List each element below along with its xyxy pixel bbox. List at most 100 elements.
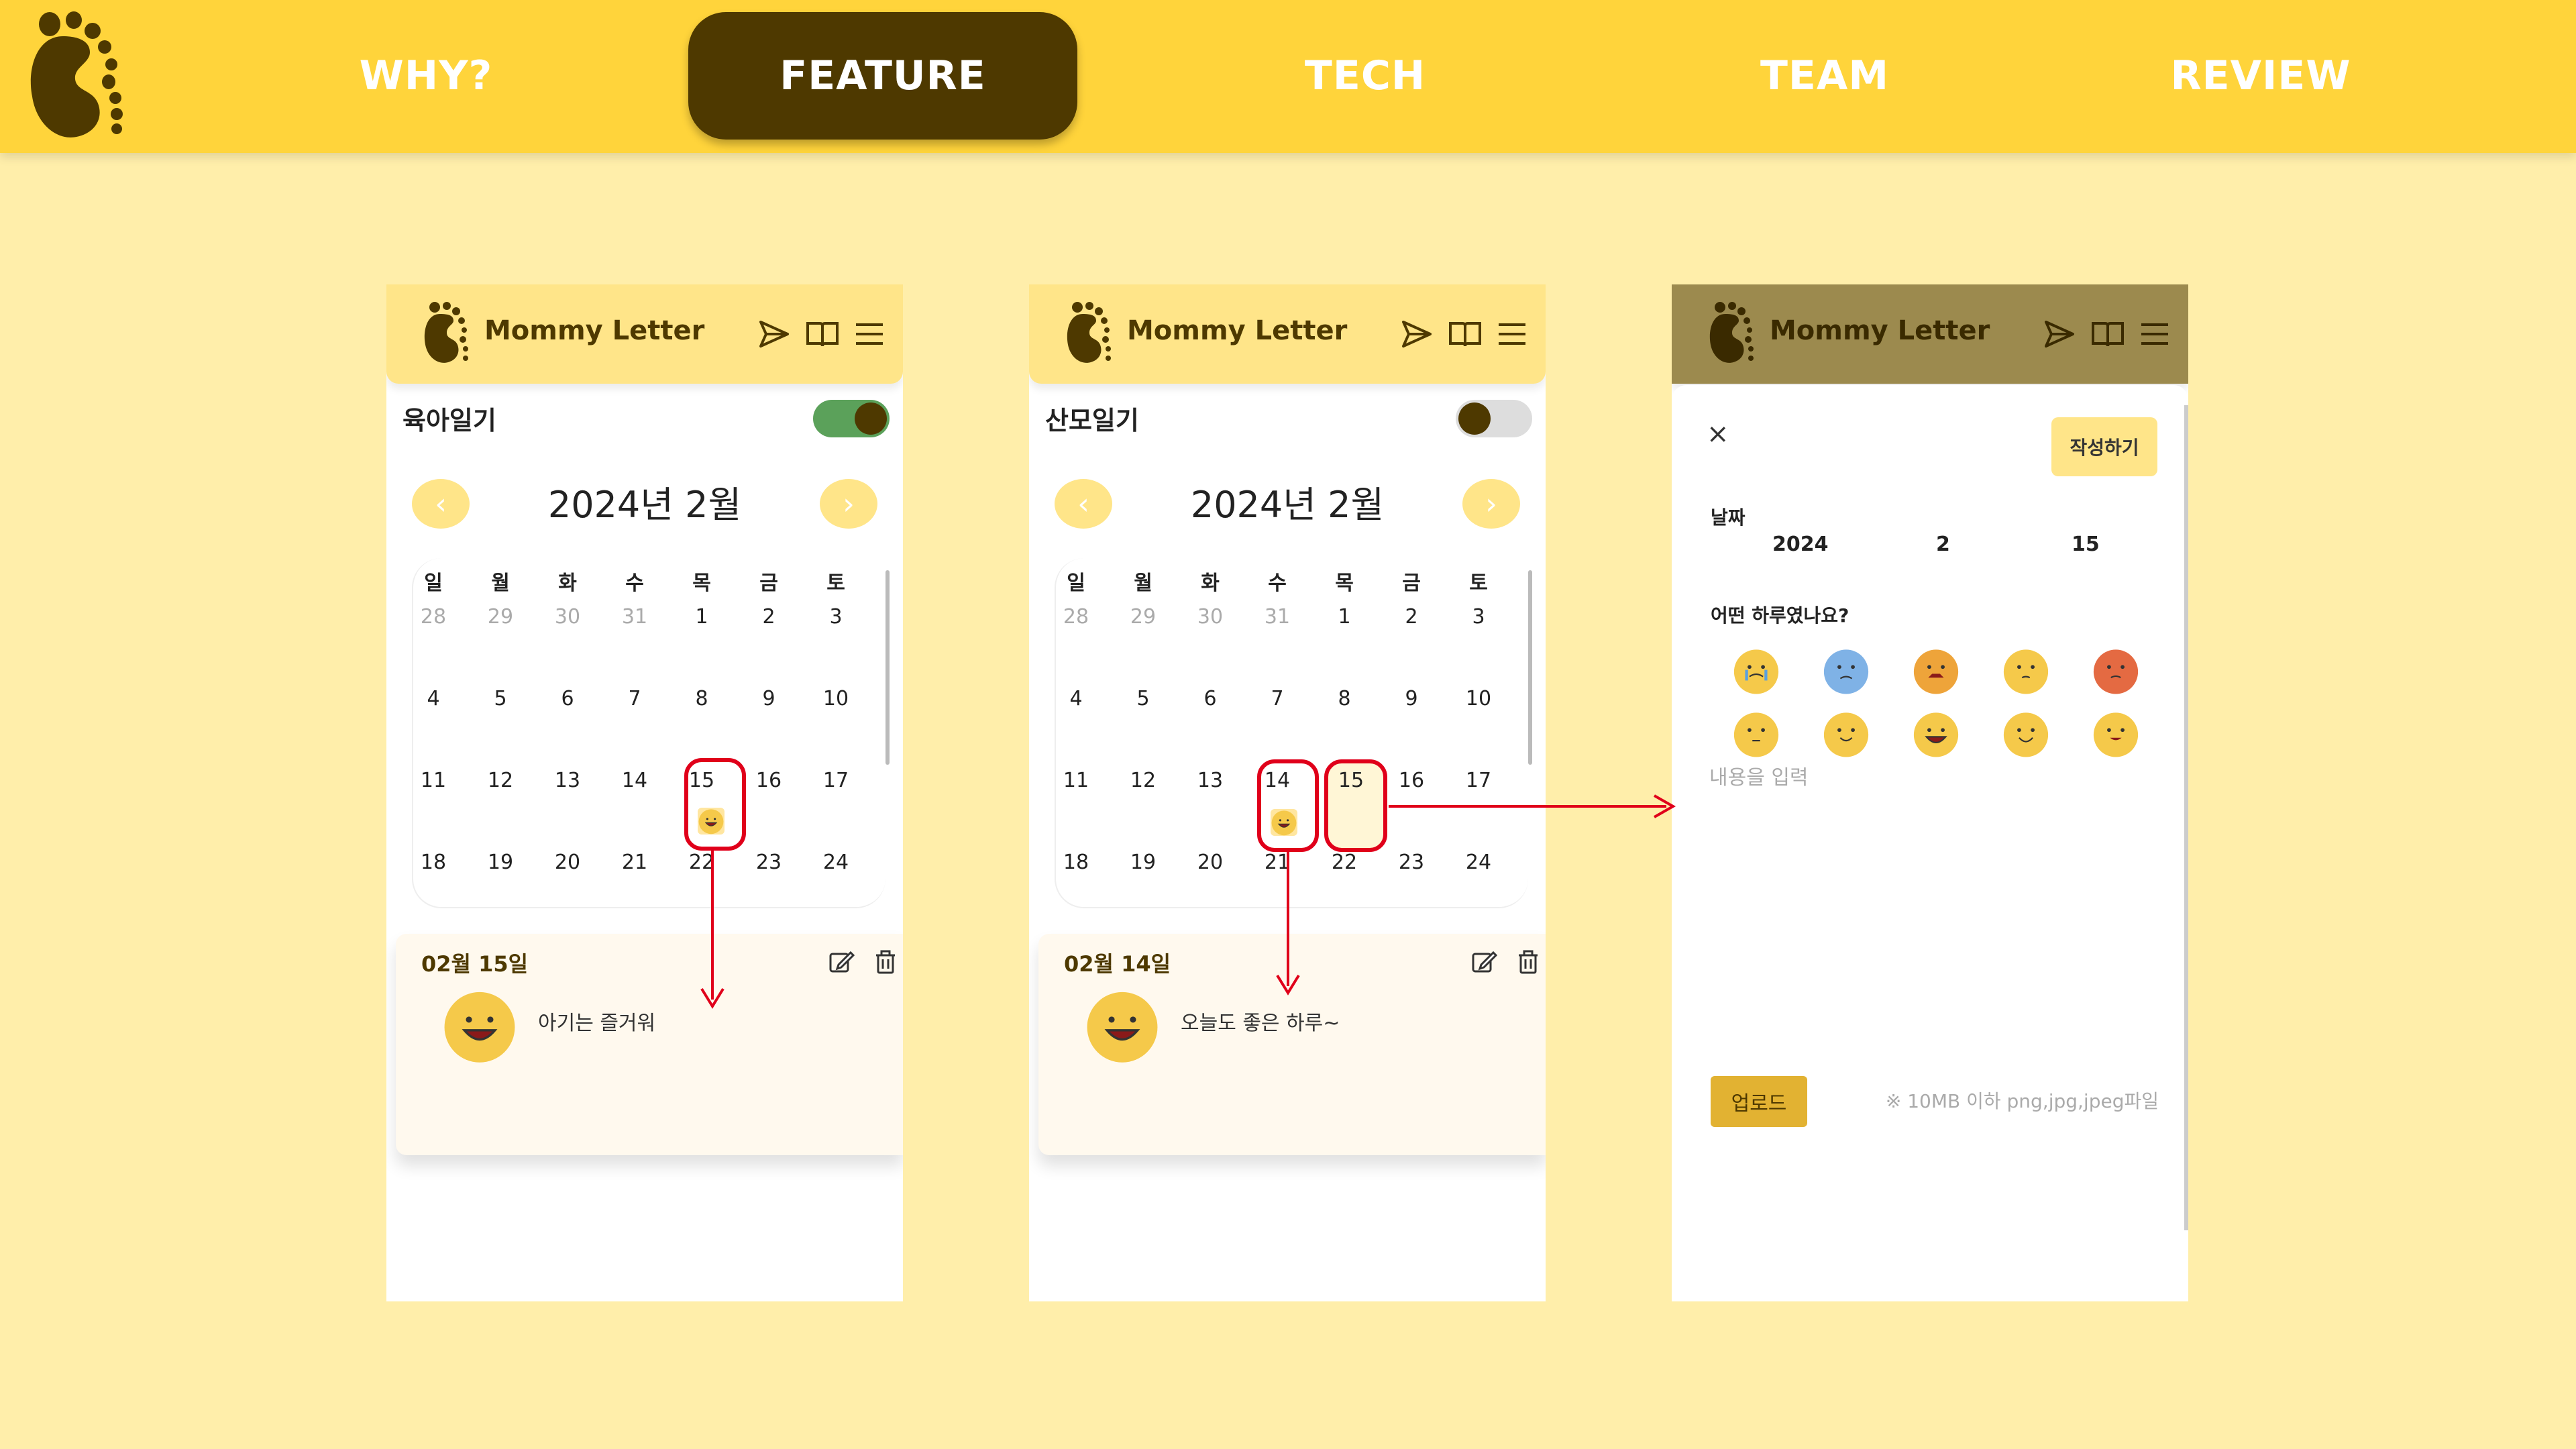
- book-icon[interactable]: [805, 317, 840, 352]
- modal-scrollbar[interactable]: [2184, 405, 2188, 1230]
- baby-foot-logo-icon[interactable]: [23, 9, 123, 141]
- calendar-day[interactable]: 23: [1388, 851, 1435, 874]
- calendar-day[interactable]: 22: [1321, 851, 1368, 874]
- nav-tech[interactable]: TECH: [1254, 12, 1476, 140]
- calendar-day[interactable]: 21: [1254, 851, 1301, 874]
- mood-option[interactable]: [2092, 710, 2140, 758]
- calendar-day[interactable]: 1: [1321, 605, 1368, 629]
- calendar-day[interactable]: 20: [1187, 851, 1234, 874]
- date-day-field[interactable]: 15: [2072, 533, 2100, 556]
- date-month-field[interactable]: 2: [1936, 533, 1950, 556]
- calendar-day[interactable]: 29: [477, 605, 524, 629]
- calendar-day[interactable]: 17: [812, 769, 859, 792]
- calendar-day[interactable]: 5: [1120, 687, 1167, 710]
- calendar-day[interactable]: 6: [544, 687, 591, 710]
- calendar-day[interactable]: 3: [812, 605, 859, 629]
- calendar-day[interactable]: 19: [477, 851, 524, 874]
- mood-option[interactable]: [1822, 710, 1870, 758]
- calendar-day[interactable]: 14: [611, 769, 658, 792]
- calendar-day[interactable]: 11: [1053, 769, 1099, 792]
- calendar-day[interactable]: 18: [1053, 851, 1099, 874]
- calendar-day[interactable]: 12: [1120, 769, 1167, 792]
- calendar-day[interactable]: 24: [1455, 851, 1502, 874]
- next-month-button[interactable]: ›: [820, 479, 877, 529]
- mood-option[interactable]: [1912, 710, 1960, 758]
- nav-why[interactable]: WHY?: [315, 12, 537, 140]
- send-icon[interactable]: [757, 317, 792, 352]
- content-textarea[interactable]: 내용을 입력: [1709, 761, 2152, 996]
- calendar-day[interactable]: 4: [410, 687, 457, 710]
- calendar-day[interactable]: 1: [678, 605, 725, 629]
- calendar-day[interactable]: 7: [611, 687, 658, 710]
- calendar-day[interactable]: 13: [544, 769, 591, 792]
- calendar-day[interactable]: 28: [1053, 605, 1099, 629]
- calendar-day[interactable]: 28: [410, 605, 457, 629]
- calendar-day[interactable]: 29: [1120, 605, 1167, 629]
- calendar-day[interactable]: 21: [611, 851, 658, 874]
- calendar-day[interactable]: 30: [544, 605, 591, 629]
- diary-entry-marker[interactable]: [1271, 809, 1297, 836]
- menu-icon[interactable]: [2137, 317, 2172, 352]
- diary-type-toggle[interactable]: [813, 400, 890, 437]
- calendar-day[interactable]: 31: [611, 605, 658, 629]
- nav-feature[interactable]: FEATURE: [688, 12, 1077, 140]
- calendar-day[interactable]: 16: [745, 769, 792, 792]
- mood-option[interactable]: [1822, 647, 1870, 695]
- next-month-button[interactable]: ›: [1462, 479, 1520, 529]
- close-button[interactable]: ×: [1707, 419, 1729, 449]
- diary-type-toggle[interactable]: [1456, 400, 1532, 437]
- calendar-day[interactable]: 5: [477, 687, 524, 710]
- calendar-day[interactable]: 10: [1455, 687, 1502, 710]
- diary-entry-marker[interactable]: [698, 808, 724, 835]
- calendar-day[interactable]: 24: [812, 851, 859, 874]
- edit-icon[interactable]: [1470, 949, 1497, 975]
- calendar-day[interactable]: 15: [1328, 769, 1375, 792]
- calendar-day[interactable]: 8: [1321, 687, 1368, 710]
- calendar-day[interactable]: 19: [1120, 851, 1167, 874]
- calendar-day[interactable]: 30: [1187, 605, 1234, 629]
- calendar-day[interactable]: 3: [1455, 605, 1502, 629]
- calendar-day[interactable]: 13: [1187, 769, 1234, 792]
- send-icon[interactable]: [2042, 317, 2077, 352]
- trash-icon[interactable]: [872, 949, 899, 975]
- calendar-day[interactable]: 16: [1388, 769, 1435, 792]
- app-logo-icon[interactable]: [421, 301, 468, 365]
- book-icon[interactable]: [2090, 317, 2125, 352]
- calendar-scrollbar[interactable]: [1528, 570, 1532, 765]
- calendar-day[interactable]: 2: [1388, 605, 1435, 629]
- mood-option[interactable]: [2092, 647, 2140, 695]
- trash-icon[interactable]: [1515, 949, 1542, 975]
- calendar-day[interactable]: 18: [410, 851, 457, 874]
- nav-review[interactable]: REVIEW: [2147, 12, 2375, 140]
- calendar-day[interactable]: 8: [678, 687, 725, 710]
- menu-icon[interactable]: [1495, 317, 1529, 352]
- app-logo-icon[interactable]: [1064, 301, 1111, 365]
- calendar-day[interactable]: 31: [1254, 605, 1301, 629]
- calendar-day[interactable]: 22: [678, 851, 725, 874]
- calendar-day[interactable]: 20: [544, 851, 591, 874]
- calendar-scrollbar[interactable]: [885, 570, 890, 765]
- mood-option[interactable]: [2002, 647, 2050, 695]
- calendar-day[interactable]: 2: [745, 605, 792, 629]
- calendar-day[interactable]: 6: [1187, 687, 1234, 710]
- upload-button[interactable]: 업로드: [1711, 1076, 1807, 1127]
- mood-option[interactable]: [1732, 710, 1780, 758]
- edit-icon[interactable]: [828, 949, 855, 975]
- book-icon[interactable]: [1448, 317, 1483, 352]
- calendar-day[interactable]: 7: [1254, 687, 1301, 710]
- calendar-day[interactable]: 9: [745, 687, 792, 710]
- menu-icon[interactable]: [852, 317, 887, 352]
- calendar-day[interactable]: 4: [1053, 687, 1099, 710]
- calendar-day[interactable]: 23: [745, 851, 792, 874]
- date-year-field[interactable]: 2024: [1772, 533, 1829, 556]
- mood-option[interactable]: [2002, 710, 2050, 758]
- calendar-day[interactable]: 12: [477, 769, 524, 792]
- app-logo-icon[interactable]: [1707, 301, 1754, 365]
- mood-option[interactable]: [1732, 647, 1780, 695]
- send-icon[interactable]: [1399, 317, 1434, 352]
- write-submit-button[interactable]: 작성하기: [2051, 417, 2157, 476]
- mood-option[interactable]: [1912, 647, 1960, 695]
- calendar-day[interactable]: 17: [1455, 769, 1502, 792]
- calendar-day[interactable]: 11: [410, 769, 457, 792]
- calendar-day[interactable]: 10: [812, 687, 859, 710]
